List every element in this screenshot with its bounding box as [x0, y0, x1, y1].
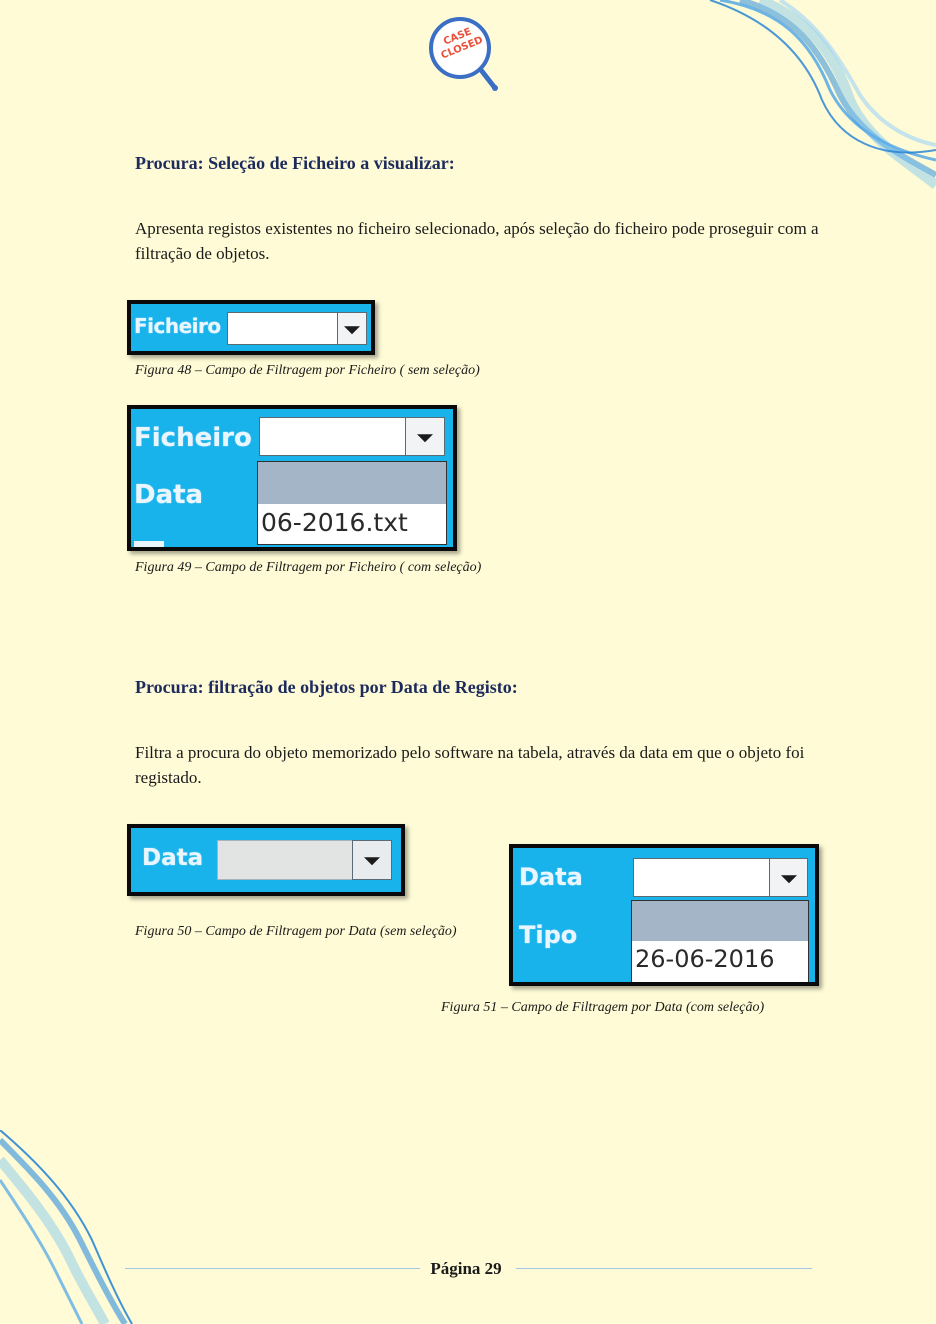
section-paragraph-date-filter: Filtra a procura do objeto memorizado pe… [135, 743, 805, 787]
dropdown-highlighted-option[interactable] [258, 462, 446, 504]
chevron-down-icon [780, 874, 797, 883]
figure-50-image: Data [127, 824, 405, 896]
dropdown-option[interactable]: 26-06-2016 [635, 945, 774, 973]
data-label: Data [134, 480, 204, 510]
section-paragraph-file-selection: Apresenta registos existentes no ficheir… [135, 219, 819, 263]
chevron-down-icon [344, 325, 360, 334]
figure-51-caption: Figura 51 – Campo de Filtragem por Data … [441, 1000, 765, 1015]
data-label: Data [519, 863, 583, 891]
figure-49-image: Ficheiro Data 06-2016.txt [127, 405, 457, 551]
data-dropdown-button[interactable] [352, 840, 392, 880]
ficheiro-dropdown-list: 06-2016.txt [257, 461, 447, 545]
ficheiro-dropdown-button[interactable] [405, 417, 445, 456]
figure-48-image: Ficheiro [127, 300, 375, 355]
tipo-label: Tipo [519, 921, 578, 949]
data-label: Data [142, 845, 204, 871]
data-dropdown-list: 26-06-2016 [631, 900, 809, 982]
dropdown-option[interactable]: 06-2016.txt [261, 508, 408, 537]
footer-rule-right [516, 1268, 812, 1269]
section-heading-date-filter: Procura: filtração de objetos por Data d… [135, 677, 518, 697]
dropdown-highlighted-option[interactable] [632, 901, 808, 941]
figure-49-caption: Figura 49 – Campo de Filtragem por Fiche… [135, 560, 482, 575]
ficheiro-label: Ficheiro [134, 314, 221, 338]
data-select-box[interactable] [633, 858, 771, 897]
ficheiro-dropdown-button[interactable] [337, 312, 367, 345]
section-heading-file-selection: Procura: Seleção de Ficheiro a visualiza… [135, 153, 455, 173]
wave-decoration-top-right [709, 0, 936, 189]
tipo-label-partial [134, 537, 174, 547]
wave-decoration-bottom-left [0, 1130, 133, 1324]
chevron-down-icon [417, 433, 433, 442]
case-closed-logo: CASE CLOSED [426, 14, 502, 94]
footer-rule-left [125, 1268, 420, 1269]
ficheiro-select-box[interactable] [259, 417, 407, 456]
chevron-down-icon [364, 857, 380, 866]
figure-48-caption: Figura 48 – Campo de Filtragem por Fiche… [135, 363, 480, 378]
data-select-box[interactable] [217, 840, 354, 880]
figure-51-image: Data Tipo 26-06-2016 [509, 844, 819, 986]
ficheiro-select-box[interactable] [227, 312, 339, 345]
data-dropdown-button[interactable] [769, 858, 808, 897]
ficheiro-label: Ficheiro [134, 423, 252, 453]
page-number: Página 29 [430, 1259, 502, 1278]
figure-50-caption: Figura 50 – Campo de Filtragem por Data … [135, 924, 457, 939]
